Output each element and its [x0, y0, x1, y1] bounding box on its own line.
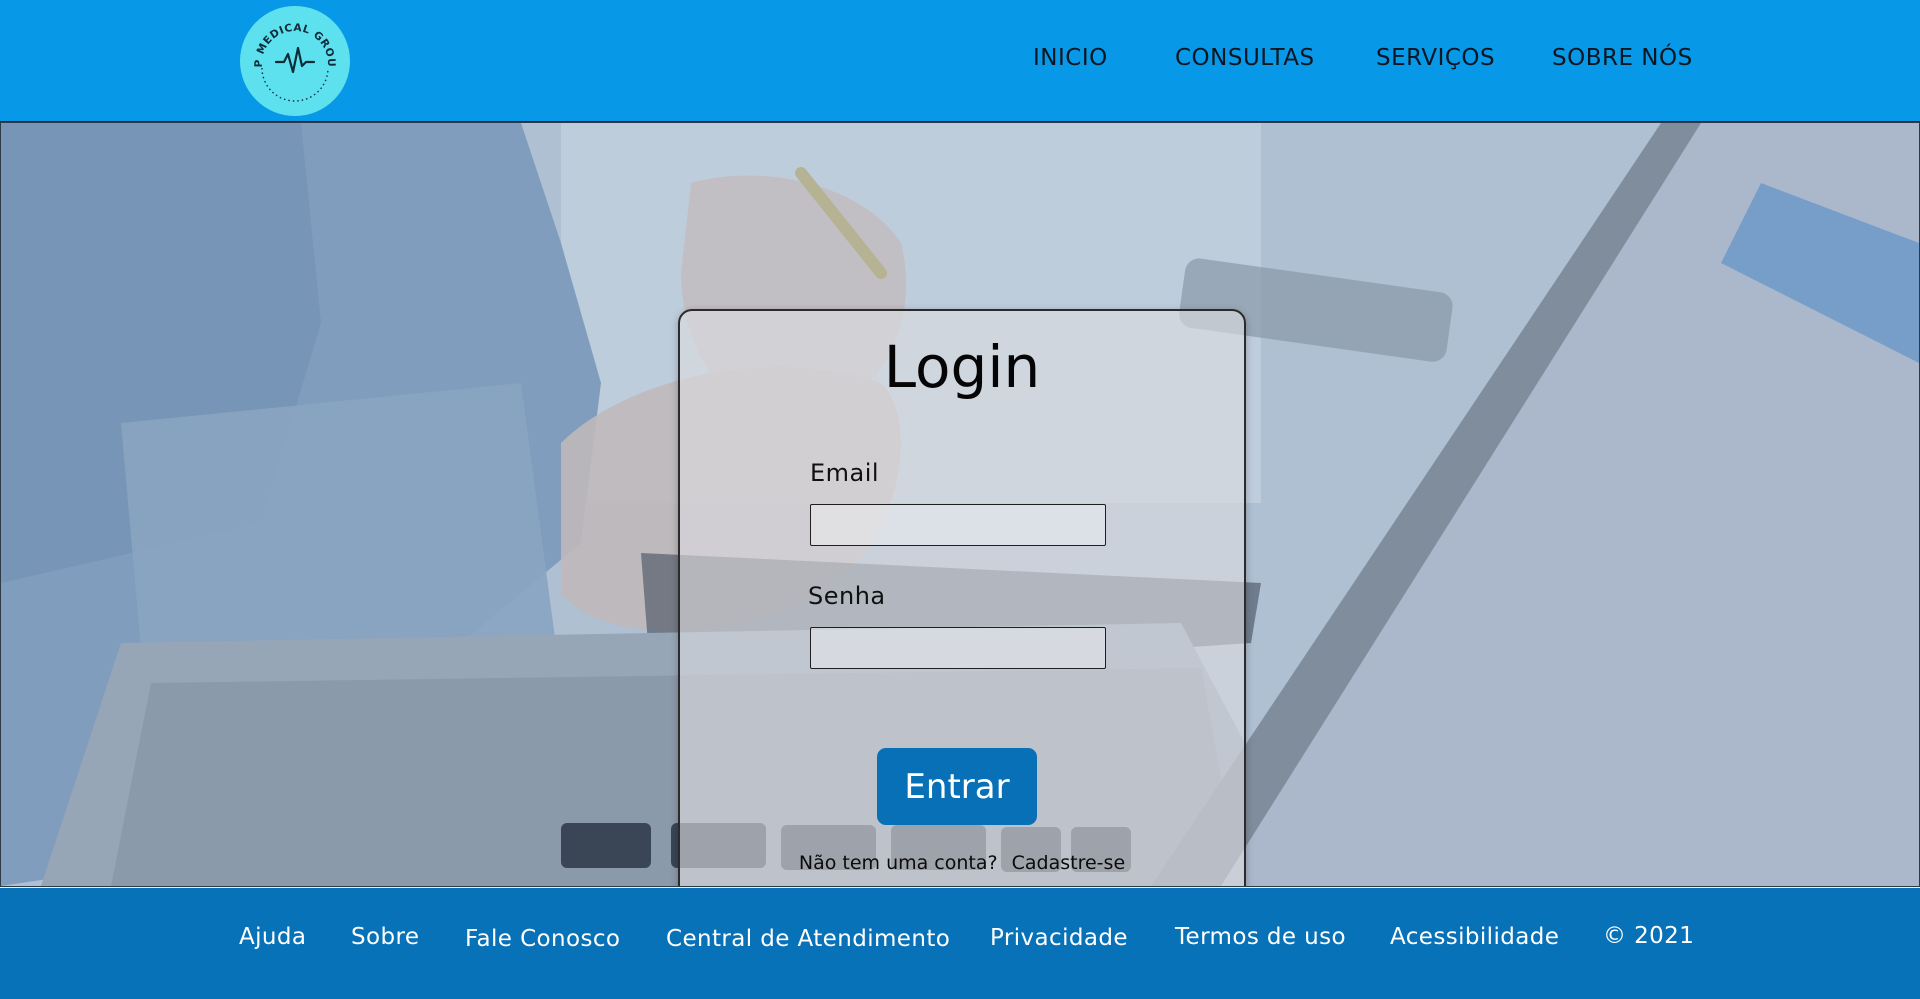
- footer-copyright: © 2021: [1603, 923, 1695, 949]
- hero-background: Login Email Senha Entrar Não tem uma con…: [0, 122, 1920, 887]
- nav-item-consultas[interactable]: CONSULTAS: [1175, 45, 1315, 79]
- nav-item-servicos[interactable]: SERVIÇOS: [1376, 45, 1495, 79]
- footer-link-termos-de-uso[interactable]: Termos de uso: [1175, 924, 1346, 950]
- no-account-text: Não tem uma conta?: [798, 852, 998, 874]
- logo[interactable]: SP MEDICAL GROUP: [240, 6, 350, 116]
- footer-link-ajuda[interactable]: Ajuda: [239, 924, 306, 950]
- footer-link-fale-conosco[interactable]: Fale Conosco: [465, 926, 620, 952]
- signup-prompt: Não tem uma conta? Cadastre-se: [680, 852, 1244, 874]
- footer-link-central-atendimento[interactable]: Central de Atendimento: [666, 926, 950, 952]
- heartbeat-icon: SP MEDICAL GROUP: [240, 6, 337, 102]
- password-field[interactable]: [810, 627, 1106, 669]
- nav-item-sobre-nos[interactable]: SOBRE NÓS: [1552, 45, 1693, 79]
- footer-link-sobre[interactable]: Sobre: [351, 924, 419, 950]
- login-title: Login: [883, 333, 1041, 401]
- signup-link[interactable]: Cadastre-se: [1012, 852, 1126, 874]
- login-button[interactable]: Entrar: [877, 748, 1037, 825]
- email-label: Email: [810, 459, 880, 487]
- nav-item-inicio[interactable]: INICIO: [1033, 45, 1108, 79]
- login-card: Login Email Senha Entrar Não tem uma con…: [678, 309, 1246, 886]
- footer-link-acessibilidade[interactable]: Acessibilidade: [1390, 924, 1559, 950]
- site-footer: Ajuda Sobre Fale Conosco Central de Aten…: [0, 888, 1920, 999]
- email-field[interactable]: [810, 504, 1106, 546]
- password-label: Senha: [808, 582, 886, 610]
- site-header: SP MEDICAL GROUP INICIO CONSULTAS SERVIÇ…: [0, 0, 1920, 123]
- footer-link-privacidade[interactable]: Privacidade: [990, 925, 1128, 951]
